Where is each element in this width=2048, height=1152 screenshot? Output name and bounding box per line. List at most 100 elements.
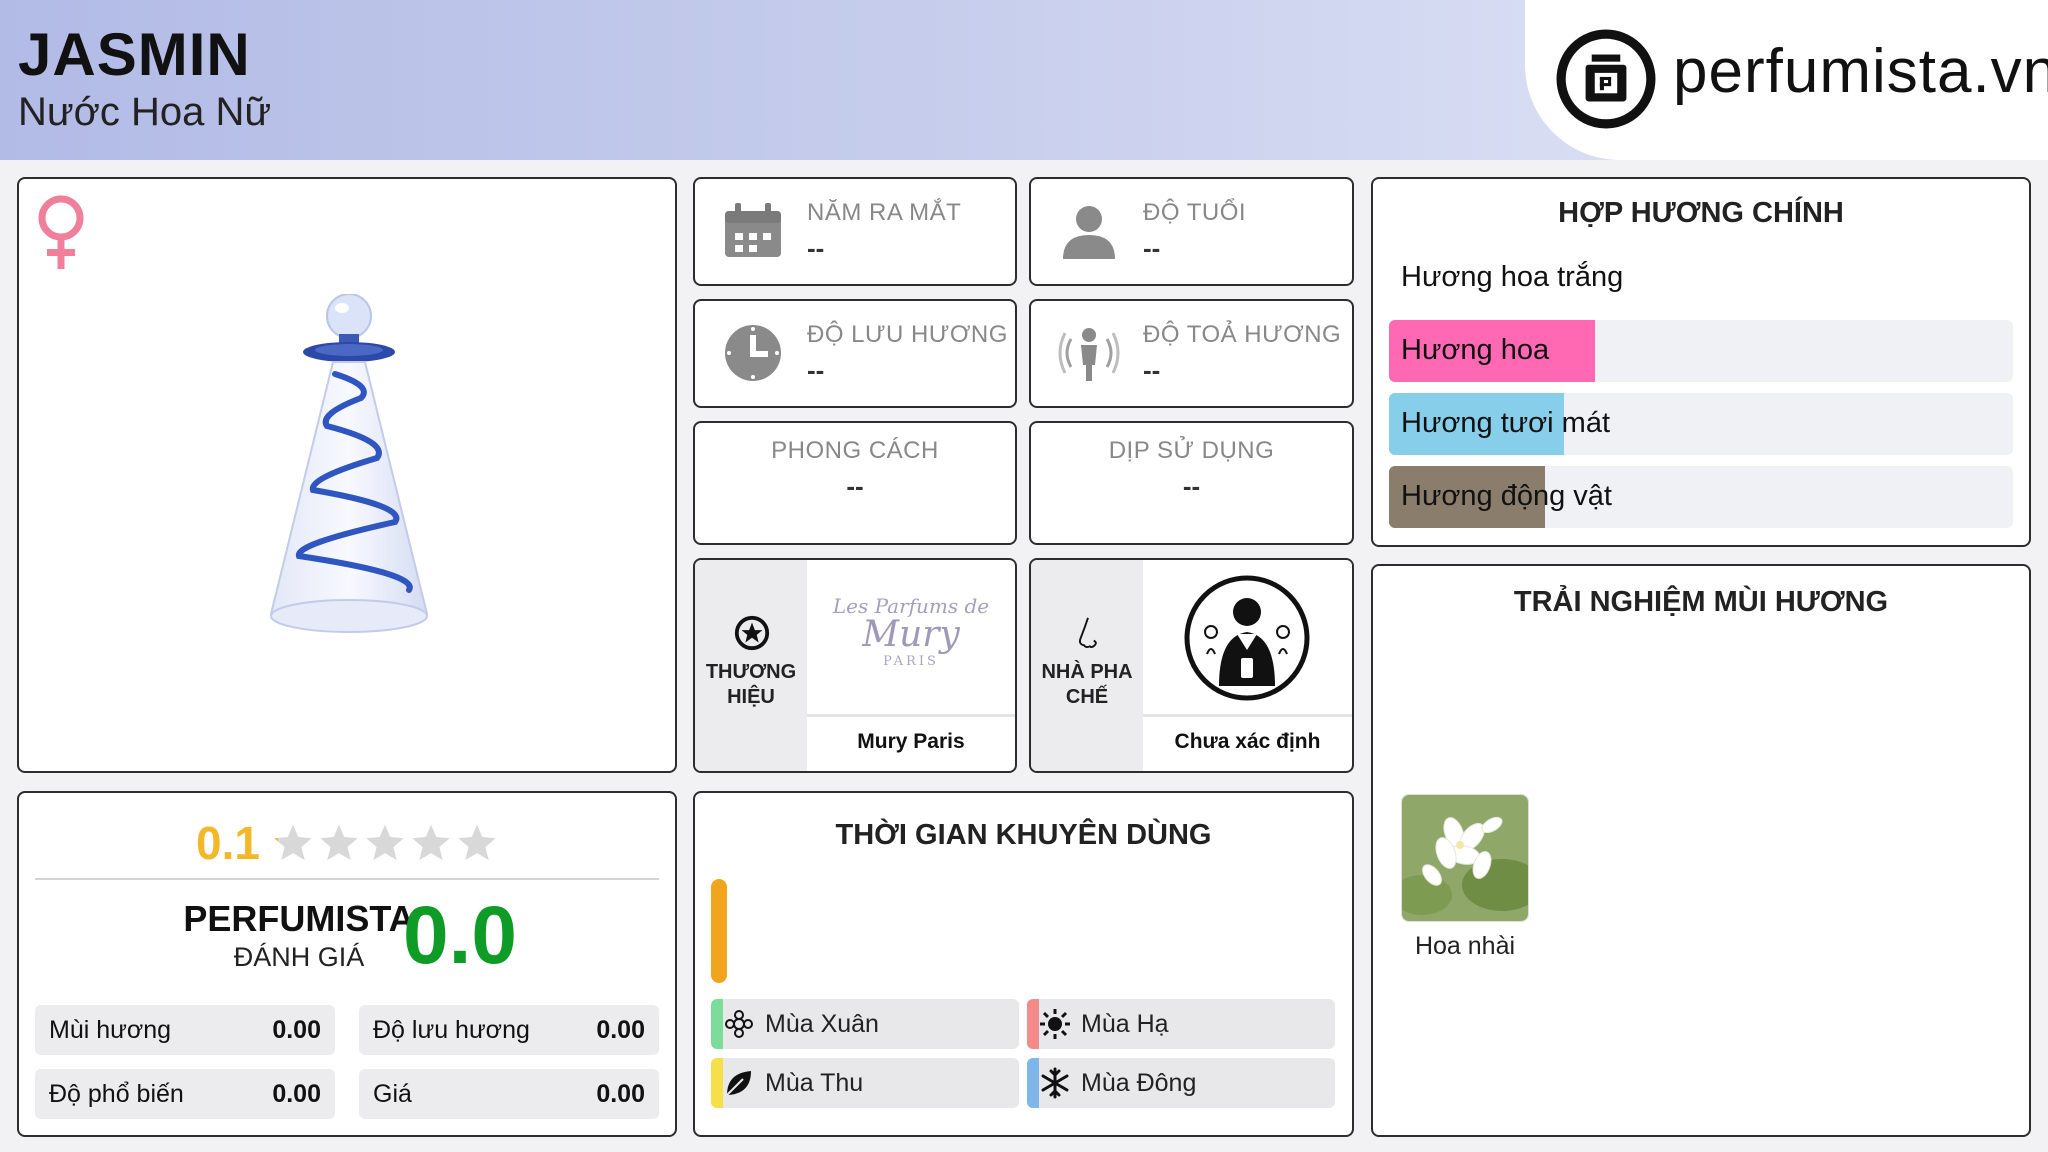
accord-bar: Hương hoa <box>1389 320 2013 382</box>
metric-value: 0.00 <box>272 1015 321 1044</box>
star-icon[interactable] <box>410 822 452 864</box>
season-color-strip <box>711 1058 723 1108</box>
brand-label: THƯƠNG HIỆU <box>695 660 807 710</box>
info-value: -- <box>846 471 864 501</box>
experience-card: TRẢI NGHIỆM MÙI HƯƠNG Hoa nhài <box>1371 564 2031 1137</box>
season-summer: Mùa Hạ <box>1027 999 1335 1049</box>
calendar-icon <box>725 203 781 257</box>
metric-value: 0.00 <box>272 1079 321 1108</box>
perfumer-side-panel: NHÀ PHA CHẾ <box>1031 560 1143 771</box>
perfumista-logo-icon <box>1556 29 1656 129</box>
perfumer-name[interactable]: Chưa xác định <box>1143 730 1352 754</box>
perfumista-score: 0.0 <box>403 890 517 981</box>
accord-label: Hương hoa trắng <box>1401 261 1624 293</box>
accord-label: Hương tươi mát <box>1401 407 1611 439</box>
brand-card[interactable]: THƯƠNG HIỆU Les Parfums de Mury PARIS Mu… <box>693 558 1017 773</box>
star-icon[interactable] <box>318 822 360 864</box>
brand-logo-image[interactable]: Les Parfums de Mury PARIS <box>807 560 1015 714</box>
style-card: PHONG CÁCH -- <box>693 421 1017 545</box>
metric-value: 0.00 <box>596 1015 645 1044</box>
season-color-strip <box>1027 1058 1039 1108</box>
rating-card: 0.1 PERFUMISTA ĐÁNH GIÁ 0.0 Mùi hương 0.… <box>17 791 677 1137</box>
season-title: THỜI GIAN KHUYÊN DÙNG <box>835 819 1212 851</box>
season-label: Mùa Hạ <box>1081 1010 1169 1038</box>
sillage-icon <box>1058 328 1120 381</box>
brand-side-panel: THƯƠNG HIỆU <box>695 560 807 771</box>
info-label: ĐỘ TOẢ HƯƠNG <box>1143 321 1342 348</box>
metric-longevity: Độ lưu hương 0.00 <box>359 1005 659 1055</box>
logo-text: perfumista.vn <box>1673 37 2048 106</box>
info-label: DỊP SỬ DỤNG <box>1108 437 1275 464</box>
star-icon[interactable] <box>456 822 498 864</box>
perfumista-sublabel: ĐÁNH GIÁ <box>233 942 365 972</box>
info-value: -- <box>1143 355 1161 385</box>
occasion-card: DỊP SỬ DỤNG -- <box>1029 421 1354 545</box>
age-card: ĐỘ TUỔI -- <box>1029 177 1354 286</box>
info-label: ĐỘ LƯU HƯƠNG <box>807 321 1008 348</box>
season-autumn: Mùa Thu <box>711 1058 1019 1108</box>
snowflake-icon <box>1041 1067 1069 1099</box>
user-rating: 0.1 <box>19 815 675 871</box>
perfumer-label-line: NHÀ PHA <box>1041 661 1133 683</box>
longevity-card: ĐỘ LƯU HƯƠNG -- <box>693 299 1017 408</box>
metric-label: Mùi hương <box>49 1015 172 1044</box>
accord-bar: Hương động vật <box>1389 466 2013 528</box>
info-value: -- <box>1143 233 1161 263</box>
season-color-strip <box>711 999 723 1049</box>
divider <box>35 878 659 880</box>
perfumer-label: NHÀ PHA CHẾ <box>1031 660 1143 710</box>
user-rating-score: 0.1 <box>196 817 260 869</box>
brand-logo-area[interactable]: perfumista.vn <box>1525 0 2048 160</box>
info-label: PHONG CÁCH <box>771 437 939 464</box>
accord-bar: Hương tươi mát <box>1389 393 2013 455</box>
info-label: ĐỘ TUỔI <box>1143 199 1247 226</box>
brand-label-line: THƯƠNG <box>705 661 797 683</box>
star-icon[interactable] <box>364 822 406 864</box>
metric-label: Giá <box>373 1079 412 1108</box>
metric-value: 0.00 <box>596 1079 645 1108</box>
page-header: JASMIN Nước Hoa Nữ perfumista.vn <box>0 0 2048 160</box>
accord-label: Hương hoa <box>1401 334 1550 366</box>
season-spring: Mùa Xuân <box>711 999 1019 1049</box>
season-label: Mùa Xuân <box>765 1010 879 1038</box>
perfumer-avatar[interactable] <box>1143 560 1352 714</box>
metric-price: Giá 0.00 <box>359 1069 659 1119</box>
brand-star-icon <box>734 615 770 651</box>
leaf-icon <box>726 1071 751 1096</box>
metric-popularity: Độ phổ biến 0.00 <box>35 1069 335 1119</box>
accord-label: Hương động vật <box>1401 480 1612 512</box>
brand-logo-line: Mury <box>862 614 960 655</box>
note-image-jasmine[interactable] <box>1401 794 1529 922</box>
note-name[interactable]: Hoa nhài <box>1383 932 1547 961</box>
info-label: NĂM RA MẮT <box>807 199 962 226</box>
season-time-bar <box>711 879 727 983</box>
clock-icon <box>725 325 781 381</box>
perfumista-rating-label: PERFUMISTA ĐÁNH GIÁ <box>179 898 419 973</box>
person-icon <box>1063 206 1115 259</box>
season-winter: Mùa Đông <box>1027 1058 1335 1108</box>
perfumista-label: PERFUMISTA <box>183 898 415 939</box>
perfumer-label-line: CHẾ <box>1065 686 1109 708</box>
release-year-card: NĂM RA MẮT -- <box>693 177 1017 286</box>
brand-label-line: HIỆU <box>727 686 775 708</box>
perfume-title: JASMIN <box>18 21 251 88</box>
season-label: Mùa Thu <box>765 1069 864 1097</box>
metric-scent: Mùi hương 0.00 <box>35 1005 335 1055</box>
metric-label: Độ phổ biến <box>49 1079 184 1108</box>
nose-icon <box>1078 617 1097 649</box>
brand-name[interactable]: Mury Paris <box>807 730 1015 754</box>
brand-logo-line: PARIS <box>883 654 939 669</box>
season-card: THỜI GIAN KHUYÊN DÙNG Mùa Xuân Mùa Hạ Mù… <box>693 791 1354 1137</box>
perfumer-silhouette-icon <box>1184 575 1310 701</box>
perfume-bottle-image <box>269 294 429 633</box>
perfumer-card[interactable]: NHÀ PHA CHẾ Chưa xác định <box>1029 558 1354 773</box>
star-icon[interactable] <box>272 822 314 864</box>
sillage-card: ĐỘ TOẢ HƯƠNG -- <box>1029 299 1354 408</box>
sun-icon <box>1040 1009 1070 1039</box>
season-color-strip <box>1027 999 1039 1049</box>
accord-bar: Hương hoa trắng <box>1389 247 2013 309</box>
star-rating[interactable] <box>272 822 498 864</box>
season-label: Mùa Đông <box>1081 1069 1197 1097</box>
divider <box>807 714 1015 717</box>
female-symbol-icon <box>38 195 84 269</box>
